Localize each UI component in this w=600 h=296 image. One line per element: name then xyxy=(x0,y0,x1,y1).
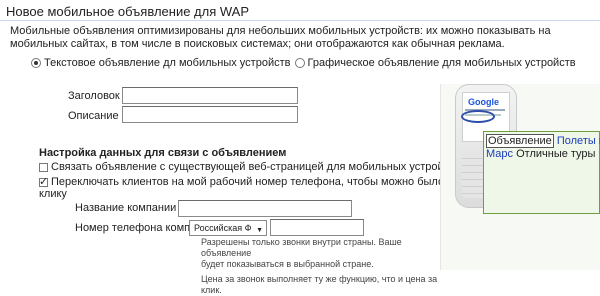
preview-headline-link[interactable]: Полеты на xyxy=(557,135,600,147)
call-checkbox[interactable] xyxy=(39,175,48,188)
image-ad-label[interactable]: Графическое объявление для мобильных уст… xyxy=(308,57,576,69)
phone-number-input[interactable] xyxy=(270,219,364,236)
company-name-input[interactable] xyxy=(178,200,352,217)
call-label-line2: клику xyxy=(39,188,67,200)
call-row: Переключать клиентов на мой рабочий номе… xyxy=(39,175,502,188)
link-webpage-checkbox[interactable] xyxy=(39,162,48,172)
headline-label: Заголовок xyxy=(68,90,120,102)
company-name-label: Название компании xyxy=(75,202,177,214)
description-label: Описание xyxy=(68,110,119,122)
ad-preview-box: Объявление Полеты на Марс Отличные туры xyxy=(483,131,600,214)
phone-label: Номер телефона компании xyxy=(75,222,189,234)
preview-headline-link-cont[interactable]: Марс xyxy=(486,148,513,160)
country-selected-value: Российская Ф xyxy=(194,223,252,233)
link-webpage-row: Связать объявление с существующей веб-ст… xyxy=(39,161,477,173)
page-description: Мобильные объявления оптимизированы для … xyxy=(10,25,551,50)
company-name-row: Название компании ? xyxy=(75,202,192,214)
phone-hint: Разрешены только звонки внутри страны. В… xyxy=(201,237,446,296)
ad-type-selector: Текстовое объявление дл мобильных устрой… xyxy=(31,57,576,69)
image-ad-radio[interactable] xyxy=(294,58,305,68)
text-ad-label[interactable]: Текстовое объявление дл мобильных устрой… xyxy=(44,57,291,69)
preview-ad-label: Объявление xyxy=(486,134,554,148)
call-label-line1[interactable]: Переключать клиентов на мой рабочий номе… xyxy=(51,176,502,188)
phone-hint-line2: будет показываться в выбранной стране. xyxy=(201,259,374,269)
title-divider xyxy=(0,20,600,21)
description-input[interactable] xyxy=(122,106,298,123)
google-logo: Google xyxy=(468,97,499,107)
contact-section-title: Настройка данных для связи с объявлением xyxy=(39,147,287,159)
phone-hint-line3: Цена за звонок выполняет ту же функцию, … xyxy=(201,274,438,295)
preview-description: Отличные туры xyxy=(516,148,596,160)
google-logo-text: Google xyxy=(468,97,499,107)
phone-hint-line1: Разрешены только звонки внутри страны. В… xyxy=(201,237,402,258)
chevron-down-icon: ▼ xyxy=(256,227,263,234)
page-title: Новое мобильное объявление для WAP xyxy=(6,4,250,19)
ad-highlight-ellipse xyxy=(461,110,495,123)
headline-input[interactable] xyxy=(122,87,298,104)
link-webpage-label[interactable]: Связать объявление с существующей веб-ст… xyxy=(51,161,460,173)
country-select[interactable]: Российская Ф ▼ xyxy=(189,220,267,236)
text-ad-radio[interactable] xyxy=(31,58,41,68)
